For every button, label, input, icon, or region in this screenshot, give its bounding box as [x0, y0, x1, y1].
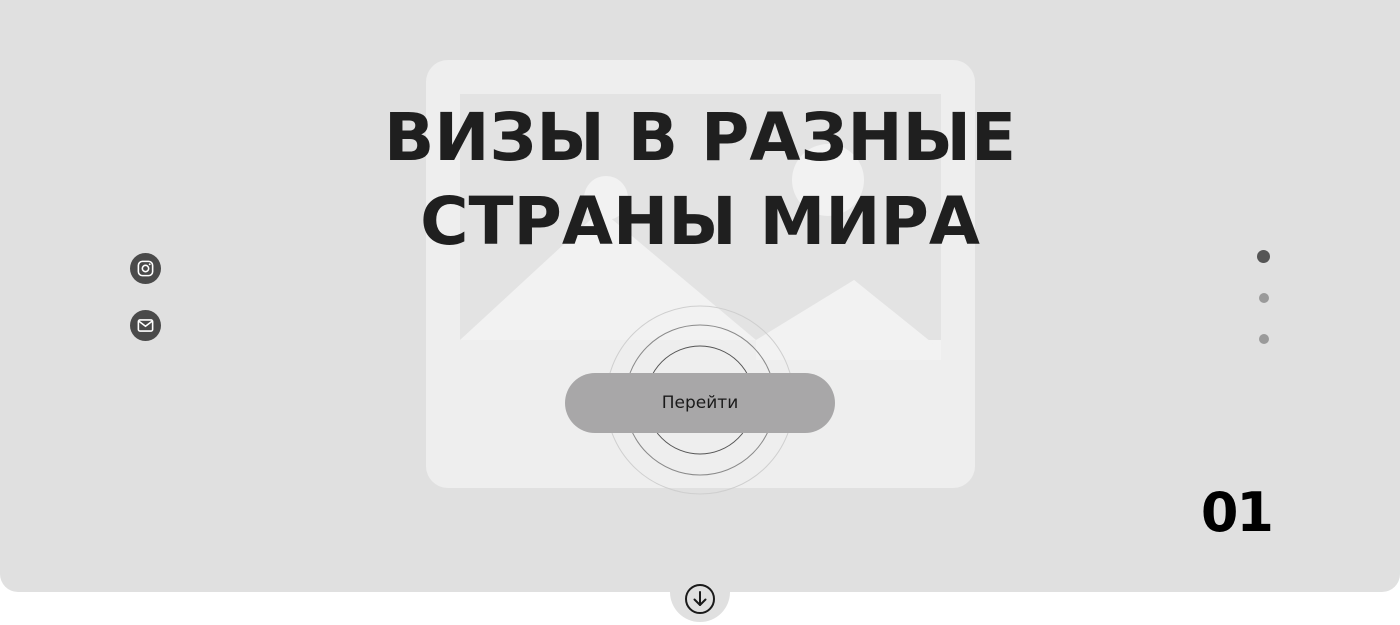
instagram-icon — [137, 260, 154, 277]
hero-title-line-1: ВИЗЫ В РАЗНЫЕ — [383, 99, 1017, 176]
mail-icon — [137, 319, 154, 332]
mail-link[interactable] — [130, 310, 161, 341]
arrow-down-circle-icon[interactable] — [684, 583, 716, 615]
slide-dot-2[interactable] — [1259, 293, 1269, 303]
hero-title: ВИЗЫ В РАЗНЫЕ СТРАНЫ МИРА — [0, 96, 1400, 264]
hero-section: ВИЗЫ В РАЗНЫЕ СТРАНЫ МИРА Перейти 01 — [0, 0, 1400, 592]
go-button[interactable]: Перейти — [565, 373, 835, 433]
hero-title-line-2: СТРАНЫ МИРА — [420, 183, 980, 260]
slide-dot-3[interactable] — [1259, 334, 1269, 344]
instagram-link[interactable] — [130, 253, 161, 284]
slide-dot-1[interactable] — [1257, 250, 1270, 263]
slide-number: 01 — [1200, 481, 1274, 544]
